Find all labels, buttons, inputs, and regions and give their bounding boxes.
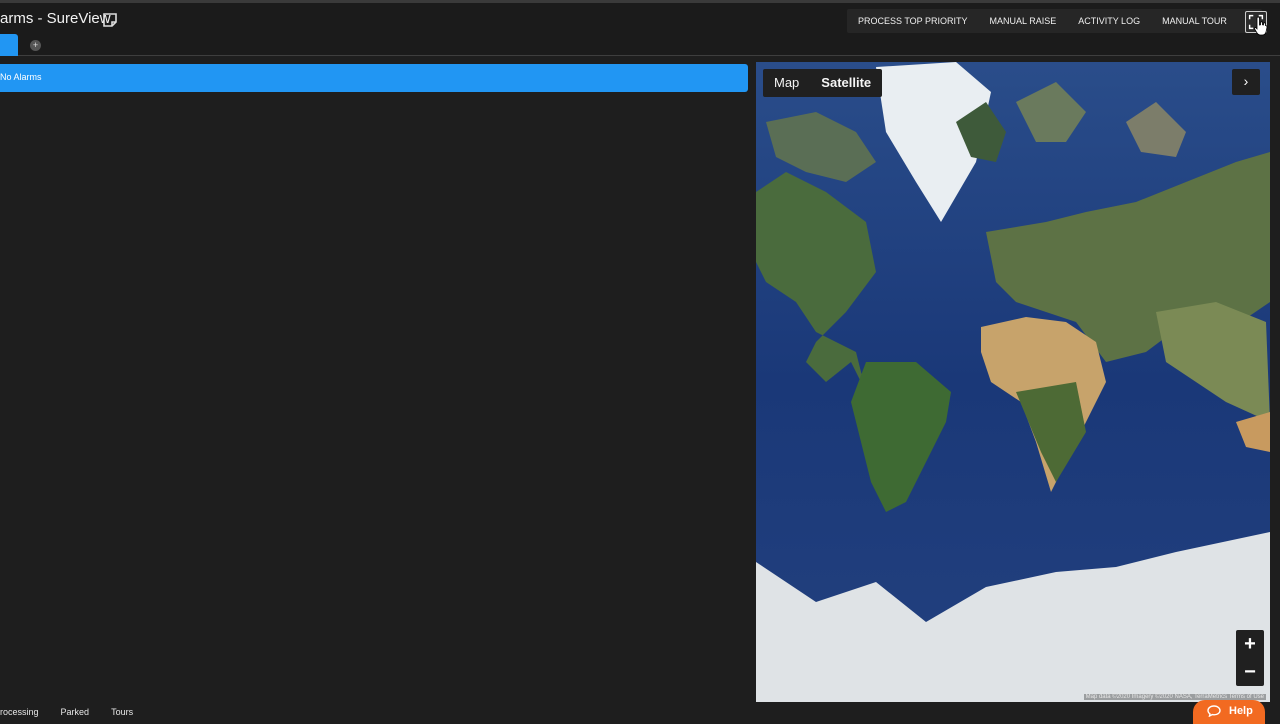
tab-processing[interactable]: rocessing <box>0 705 39 720</box>
satellite-view-button[interactable]: Satellite <box>810 69 882 97</box>
bottom-tabs: rocessing Parked Tours <box>0 705 155 720</box>
tab-alarms[interactable] <box>0 34 18 56</box>
action-toolbar: PROCESS TOP PRIORITY MANUAL RAISE ACTIVI… <box>847 9 1262 33</box>
map-collapse-button[interactable]: › <box>1232 69 1260 95</box>
tab-parked[interactable]: Parked <box>61 705 90 720</box>
page-title: arms - SureView <box>0 10 111 27</box>
zoom-out-button[interactable]: − <box>1236 658 1264 686</box>
tab-bar: + <box>0 34 1280 56</box>
map-imagery <box>756 62 1270 702</box>
help-widget-button[interactable]: Help <box>1193 700 1265 724</box>
notes-icon[interactable] <box>102 12 118 28</box>
add-tab-button[interactable]: + <box>30 40 41 51</box>
chat-bubble-icon <box>1207 705 1221 717</box>
alarm-queue-status[interactable]: No Alarms <box>0 64 748 92</box>
help-widget-label: Help <box>1229 705 1253 717</box>
manual-raise-button[interactable]: MANUAL RAISE <box>979 9 1068 33</box>
map-type-control: Map Satellite <box>763 69 883 97</box>
satellite-map[interactable]: Map Satellite › + − Map data ©2020 Image… <box>756 62 1270 702</box>
tab-tours[interactable]: Tours <box>111 705 133 720</box>
hand-cursor-icon <box>1254 16 1268 36</box>
map-view-button[interactable]: Map <box>763 69 810 97</box>
process-top-priority-button[interactable]: PROCESS TOP PRIORITY <box>847 9 979 33</box>
zoom-control: + − <box>1236 630 1264 686</box>
zoom-in-button[interactable]: + <box>1236 630 1264 658</box>
manual-tour-button[interactable]: MANUAL TOUR <box>1151 9 1238 33</box>
top-bar: arms - SureView PROCESS TOP PRIORITY MAN… <box>0 0 1280 36</box>
alarm-status-text: No Alarms <box>0 72 42 82</box>
activity-log-button[interactable]: ACTIVITY LOG <box>1067 9 1151 33</box>
